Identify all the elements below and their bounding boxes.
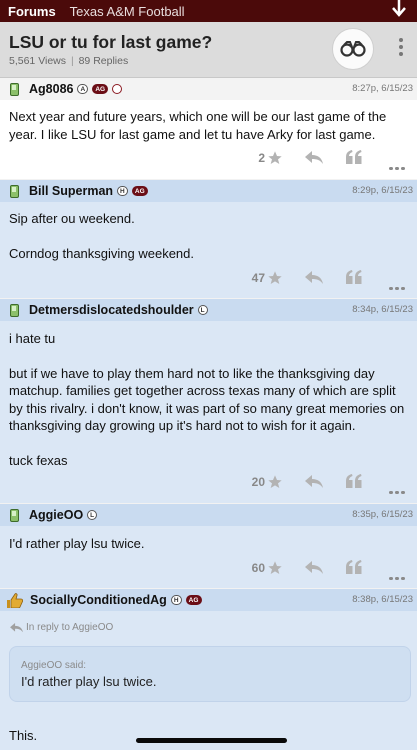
thread-title: LSU or tu for last game? xyxy=(9,32,213,52)
post-sociallyconditionedag: SociallyConditionedAg H AG 8:38p, 6/15/2… xyxy=(0,589,417,750)
quote-icon[interactable] xyxy=(346,474,362,488)
like-count: 20 xyxy=(251,475,265,489)
mobile-phone-icon xyxy=(10,508,19,522)
post-timestamp: 8:34p, 6/15/23 xyxy=(352,304,413,315)
download-arrow-icon[interactable] xyxy=(391,0,407,20)
reply-icon[interactable] xyxy=(305,475,323,489)
thread-stats: 5,561 Views | 89 Replies xyxy=(9,55,128,67)
like-count: 47 xyxy=(251,271,265,285)
post-username[interactable]: SociallyConditionedAg xyxy=(30,593,167,607)
home-indicator[interactable] xyxy=(136,738,287,743)
badge-h: H xyxy=(117,186,128,196)
quote-text: I'd rather play lsu twice. xyxy=(21,674,157,689)
post-aggieoo: AggieOO L 8:35p, 6/15/23 I'd rather play… xyxy=(0,504,417,588)
quote-icon[interactable] xyxy=(346,560,362,574)
reply-icon[interactable] xyxy=(305,561,323,575)
more-options-icon[interactable] xyxy=(389,481,407,499)
post-paragraph: I'd rather play lsu twice. xyxy=(9,536,145,551)
thread-header: LSU or tu for last game? 5,561 Views | 8… xyxy=(0,22,417,78)
more-options-icon[interactable] xyxy=(389,567,407,585)
post-actions: 2 xyxy=(0,149,417,170)
post-ag8086: Ag8086 A AG 8:27p, 6/15/23 Next year and… xyxy=(0,78,417,179)
post-username[interactable]: Detmersdislocatedshoulder xyxy=(29,303,194,317)
quote-icon[interactable] xyxy=(346,270,362,284)
post-paragraph: tuck fexas xyxy=(9,452,68,468)
star-icon[interactable] xyxy=(267,560,283,576)
post-username[interactable]: Ag8086 xyxy=(29,82,73,96)
post-actions: 47 xyxy=(0,269,417,290)
reply-to-text: In reply to AggieOO xyxy=(26,622,114,633)
mobile-phone-icon xyxy=(10,184,19,198)
reply-icon[interactable] xyxy=(305,271,323,285)
post-header: AggieOO L 8:35p, 6/15/23 xyxy=(0,504,417,526)
more-options-icon[interactable] xyxy=(389,277,407,295)
post-timestamp: 8:35p, 6/15/23 xyxy=(352,509,413,520)
post-paragraph: Next year and future years, which one wi… xyxy=(9,109,387,142)
reply-arrow-icon xyxy=(10,622,23,632)
star-icon[interactable] xyxy=(267,474,283,490)
badge-l: L xyxy=(87,510,98,520)
star-icon[interactable] xyxy=(267,150,283,166)
top-bar: Forums Texas A&M Football xyxy=(0,0,417,22)
post-body: i hate tu but if we have to play them ha… xyxy=(9,330,409,486)
thread-menu-icon[interactable] xyxy=(398,38,404,60)
badge-emblem-icon xyxy=(112,84,123,94)
like-count: 60 xyxy=(251,561,265,575)
post-header: Detmersdislocatedshoulder L 8:34p, 6/15/… xyxy=(0,299,417,321)
post-username[interactable]: Bill Superman xyxy=(29,184,113,198)
badge-l: L xyxy=(197,305,208,315)
badge-h: H xyxy=(170,595,182,605)
quoted-post[interactable]: AggieOO said: I'd rather play lsu twice. xyxy=(9,646,411,702)
post-header: Ag8086 A AG 8:27p, 6/15/23 xyxy=(0,78,417,100)
more-options-icon[interactable] xyxy=(389,157,407,175)
reply-icon[interactable] xyxy=(305,151,323,165)
badge-a: A xyxy=(77,84,89,94)
thumbs-up-avatar-icon xyxy=(7,592,23,608)
post-header: Bill Superman H AG 8:29p, 6/15/23 xyxy=(0,180,417,202)
post-timestamp: 8:38p, 6/15/23 xyxy=(352,594,413,605)
reply-count: 89 Replies xyxy=(78,55,129,67)
post-paragraph: Corndog thanksgiving weekend. xyxy=(9,245,195,261)
like-count: 2 xyxy=(258,151,265,165)
forums-link[interactable]: Forums xyxy=(8,4,56,19)
post-actions: 60 xyxy=(0,559,417,580)
breadcrumb-forum[interactable]: Texas A&M Football xyxy=(70,4,185,19)
stats-separator: | xyxy=(70,55,74,67)
watch-thread-button[interactable] xyxy=(332,28,374,70)
reply-to-link[interactable]: In reply to AggieOO xyxy=(10,622,113,633)
post-paragraph: but if we have to play them hard not to … xyxy=(9,365,405,434)
badge-ag: AG xyxy=(131,186,148,196)
post-timestamp: 8:29p, 6/15/23 xyxy=(352,185,413,196)
post-timestamp: 8:27p, 6/15/23 xyxy=(352,83,413,94)
star-icon[interactable] xyxy=(267,270,283,286)
post-detmersdislocatedshoulder: Detmersdislocatedshoulder L 8:34p, 6/15/… xyxy=(0,299,417,503)
quote-author: AggieOO said: xyxy=(21,660,87,671)
post-header: SociallyConditionedAg H AG 8:38p, 6/15/2… xyxy=(0,589,417,611)
quote-icon[interactable] xyxy=(346,150,362,164)
badge-ag: AG xyxy=(92,84,109,94)
post-bill-superman: Bill Superman H AG 8:29p, 6/15/23 Sip af… xyxy=(0,180,417,298)
view-count: 5,561 Views xyxy=(9,55,67,67)
binoculars-icon xyxy=(340,41,366,57)
mobile-phone-icon xyxy=(10,303,19,317)
post-paragraph: Sip after ou weekend. xyxy=(9,211,135,226)
badge-ag: AG xyxy=(185,595,202,605)
post-paragraph: i hate tu xyxy=(9,331,56,346)
mobile-phone-icon xyxy=(10,82,19,96)
post-username[interactable]: AggieOO xyxy=(29,508,83,522)
post-actions: 20 xyxy=(0,473,417,494)
